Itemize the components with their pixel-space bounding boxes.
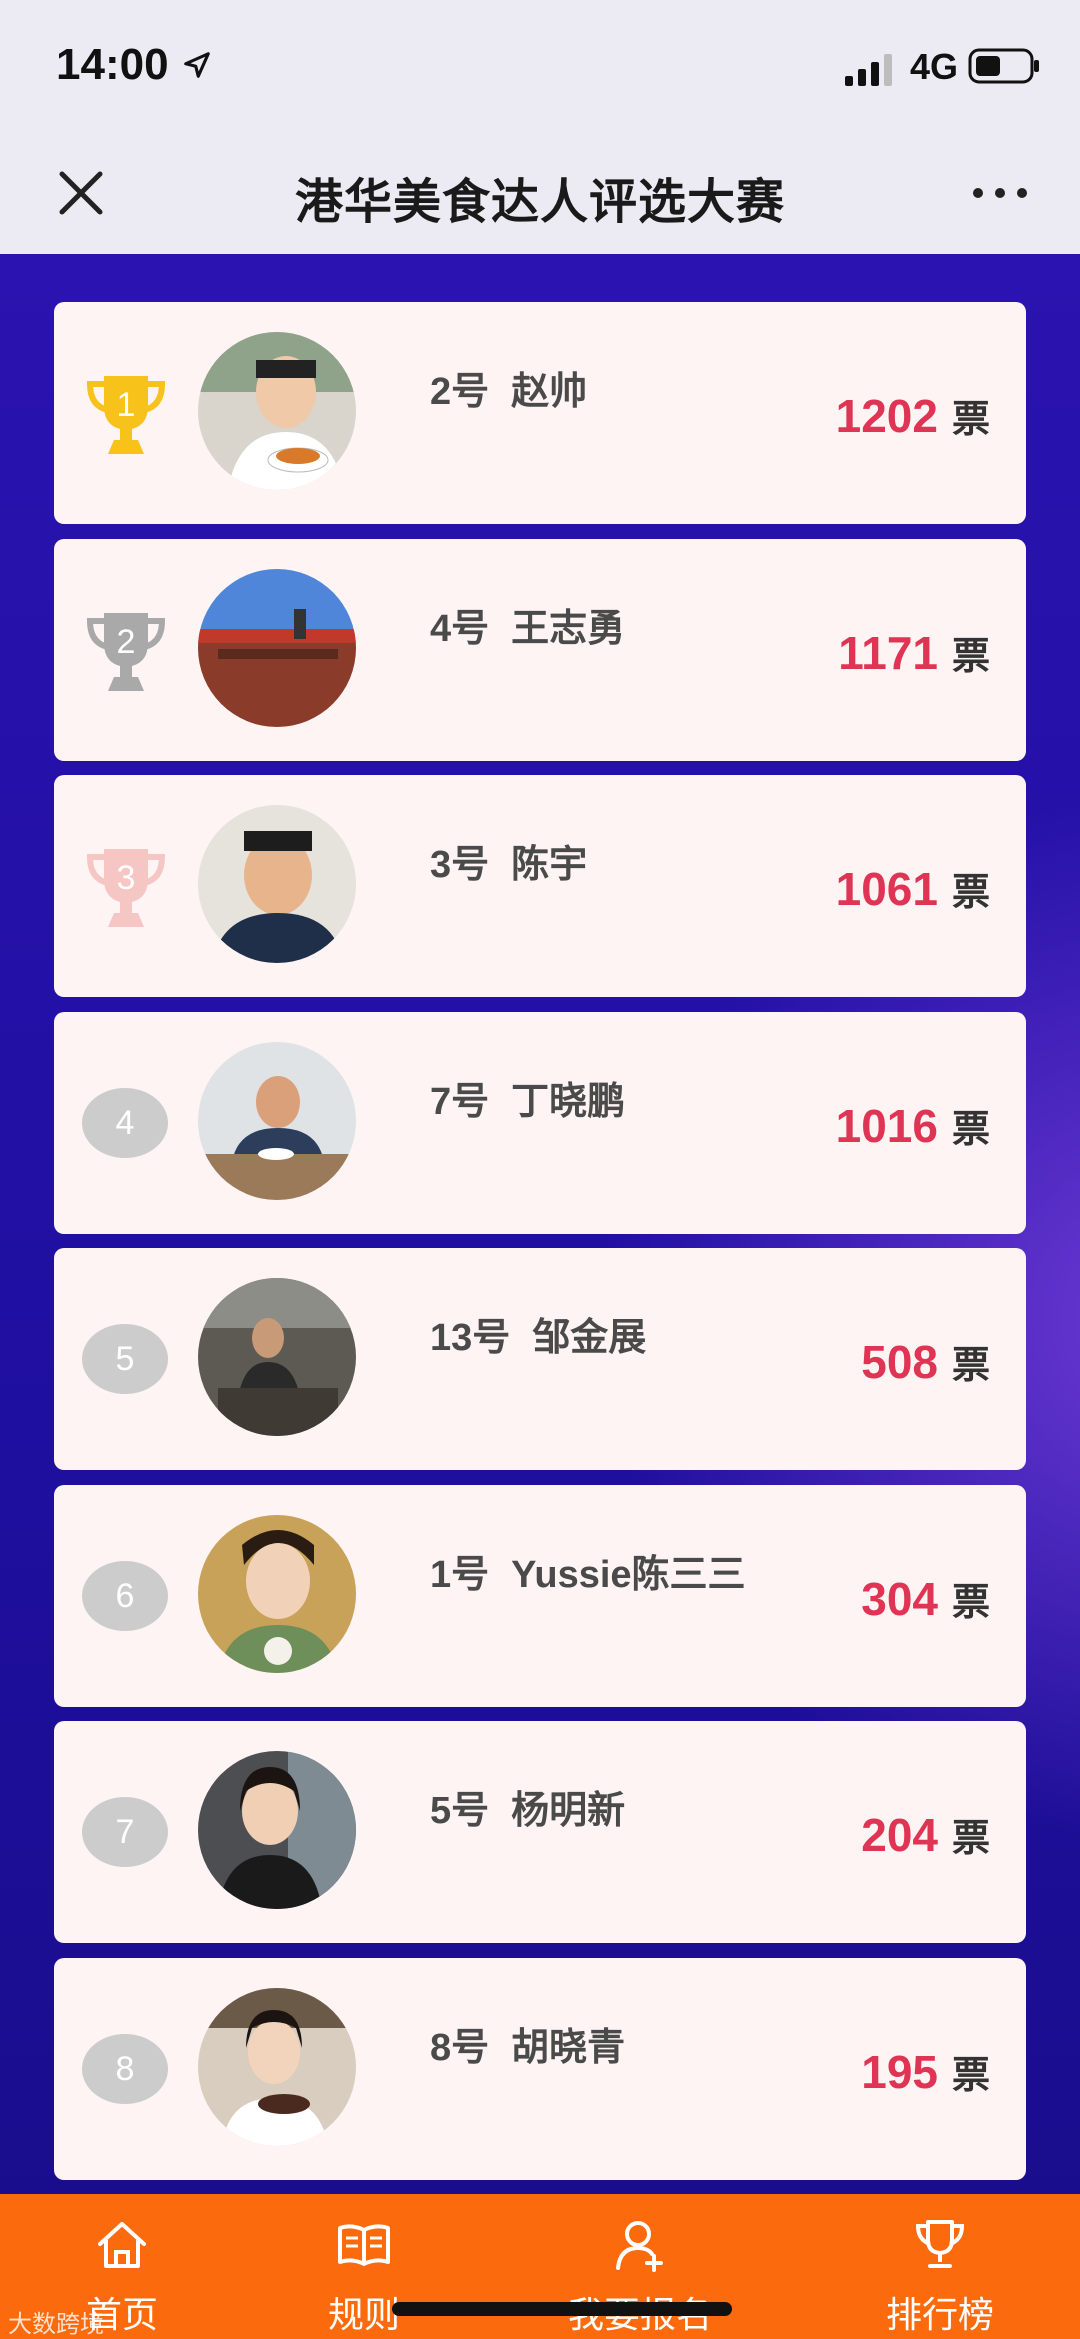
contestant-number: 7号 [430,1080,490,1123]
contestant-name: 邹金展 [532,1317,647,1359]
vote-count: 195 票 [861,2044,990,2099]
vote-count: 1016 票 [836,1098,990,1153]
ranking-card[interactable]: 6 1号 Yussie陈三三 304 票 [54,1484,1026,1707]
avatar [198,1278,356,1436]
bottom-nav: 首页 规则 我要报名 排行榜 [0,2194,1080,2339]
vote-count: 1061 票 [836,861,990,916]
ranking-card[interactable]: 4 7号 丁晓鹏 1016 票 [54,1011,1026,1234]
home-icon [98,2222,146,2268]
vote-value: 195 [861,2045,938,2098]
battery-icon [968,48,1039,84]
vote-count: 204 票 [861,1807,990,1862]
ranking-card[interactable]: 2 4号 王志勇 1171 票 [54,538,1026,761]
user-add-icon [616,2221,663,2272]
contestant-name: 杨明新 [511,1790,626,1832]
trophy-icon [915,2220,965,2268]
status-bar: 14:00 4G [0,0,1080,132]
vote-count: 1202 票 [836,388,990,443]
nav-rules[interactable]: 规则 [264,2194,464,2339]
ranking-card[interactable]: 5 13号 邹金展 508 票 [54,1248,1026,1470]
vote-count: 508 票 [861,1334,990,1389]
contestant-name: 赵帅 [511,371,588,413]
more-options-icon[interactable] [970,180,1030,206]
ranking-card[interactable]: 7 5号 杨明新 204 票 [54,1721,1026,1943]
vote-count: 304 票 [861,1571,990,1626]
vote-value: 1171 [838,626,938,679]
contestant-number: 4号 [430,607,490,650]
nav-leaderboard[interactable]: 排行榜 [840,2194,1040,2339]
contestant-name: 王志勇 [511,607,626,650]
location-arrow-icon [184,52,210,78]
contestant-number: 5号 [430,1790,490,1832]
silver-trophy-icon: 2 [86,612,166,691]
contestant-number: 2号 [430,371,490,413]
avatar [198,1514,356,1673]
bronze-trophy-icon: 3 [86,849,166,927]
rank-number: 8 [82,2033,168,2104]
contestant-name: 胡晓青 [511,2026,626,2069]
vote-unit: 票 [951,1581,990,1624]
contestant-info: 1号 Yussie陈三三 [430,1543,746,1598]
rank-number: 5 [82,1324,168,1394]
avatar [198,805,356,963]
rank-number: 1 [117,386,136,424]
ranking-card[interactable]: 8 8号 胡晓青 195 票 [54,1957,1026,2180]
vote-unit: 票 [951,1818,990,1860]
rank-number: 2 [117,623,136,661]
home-indicator[interactable] [392,2302,732,2316]
contestant-info: 4号 王志勇 [430,597,625,652]
avatar [198,568,356,727]
vote-value: 304 [861,1572,938,1625]
contestant-info: 7号 丁晓鹏 [430,1070,625,1125]
network-type: 4G [910,46,959,87]
watermark: 大数跨境 [8,2311,104,2338]
avatar [198,1751,356,1909]
vote-unit: 票 [951,872,990,914]
contestant-info: 3号 陈宇 [430,833,587,888]
contestant-number: 1号 [430,1553,490,1596]
avatar [198,1987,356,2146]
contestant-number: 8号 [430,2026,490,2069]
contestant-info: 5号 杨明新 [430,1779,625,1834]
vote-unit: 票 [951,399,990,441]
page-title: 港华美食达人评选大赛 [294,176,785,229]
book-icon [338,2224,390,2266]
contestant-name: 陈宇 [511,844,588,886]
rank-number: 3 [117,859,136,897]
ranking-list: 1 2号 赵帅 1202 票 2 4号 王志勇 1171 票 3 3号 陈宇 1… [54,302,1026,2194]
ranking-card[interactable]: 1 2号 赵帅 1202 票 [54,302,1026,524]
contestant-info: 2号 赵帅 [430,360,587,415]
vote-value: 1061 [835,863,938,915]
ranking-content: 1 2号 赵帅 1202 票 2 4号 王志勇 1171 票 3 3号 陈宇 1… [0,254,1080,2194]
rank-number: 7 [82,1797,168,1867]
gold-trophy-icon: 1 [86,376,166,454]
avatar [198,332,356,490]
vote-value: 204 [861,1809,938,1861]
status-time: 14:00 [56,40,169,89]
rank-number: 4 [82,1087,168,1158]
contestant-number: 13号 [430,1317,511,1359]
nav-label: 排行榜 [885,2294,994,2335]
vote-value: 508 [861,1336,938,1388]
ranking-card[interactable]: 3 3号 陈宇 1061 票 [54,775,1026,997]
vote-unit: 票 [951,635,990,678]
signal-icon [845,54,892,86]
contestant-info: 13号 邹金展 [430,1306,646,1361]
vote-unit: 票 [951,1345,990,1387]
nav-signup[interactable]: 我要报名 [540,2194,740,2339]
vote-value: 1016 [835,1099,938,1152]
vote-count: 1171 票 [838,625,990,680]
rank-number: 6 [82,1560,168,1631]
contestant-name: Yussie陈三三 [511,1553,746,1596]
contestant-info: 8号 胡晓青 [430,2016,625,2071]
avatar [198,1041,356,1200]
contestant-number: 3号 [430,844,490,886]
vote-unit: 票 [951,2054,990,2097]
vote-unit: 票 [951,1108,990,1151]
contestant-name: 丁晓鹏 [511,1080,626,1123]
vote-value: 1202 [835,390,938,442]
title-bar: 港华美食达人评选大赛 [0,132,1080,254]
